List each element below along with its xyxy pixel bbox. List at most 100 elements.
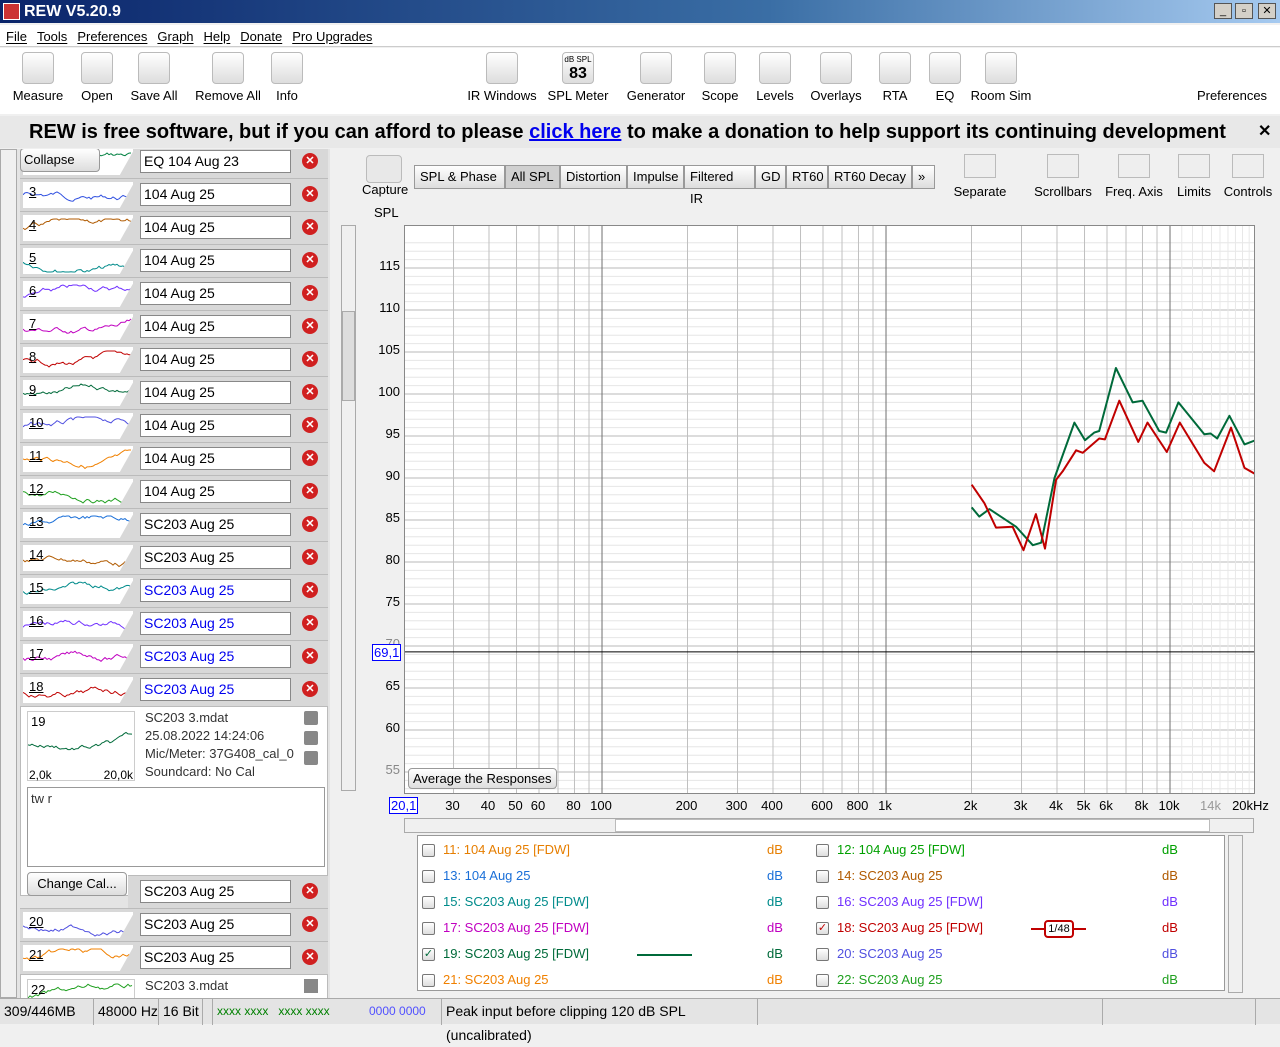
remove-measurement-icon[interactable]: ✕ — [302, 219, 318, 235]
thumbnail[interactable]: 18 — [23, 677, 133, 703]
thumbnail[interactable]: 3 — [23, 182, 133, 208]
camera-icon[interactable] — [366, 155, 402, 183]
collapse-button[interactable]: Collapse — [20, 149, 100, 172]
thumbnail[interactable]: 9 — [23, 380, 133, 406]
tab-filtered-ir[interactable]: Filtered IR — [684, 165, 755, 206]
measurement-row[interactable]: 13 SC203 Aug 25 ✕ — [20, 508, 328, 541]
remove-measurement-icon[interactable]: ✕ — [302, 916, 318, 932]
measurement-name-field[interactable]: SC203 Aug 25 — [140, 546, 291, 569]
measurement-name-field[interactable]: SC203 Aug 25 — [140, 946, 291, 969]
document-icon[interactable] — [304, 751, 318, 765]
trace-checkbox[interactable] — [816, 870, 829, 883]
measurement-name-field[interactable]: SC203 Aug 25 — [140, 880, 291, 903]
measurement-name-field[interactable]: 104 Aug 25 — [140, 381, 291, 404]
minimize-button[interactable]: _ — [1214, 3, 1232, 19]
trace-checkbox[interactable] — [422, 844, 435, 857]
close-button[interactable]: ✕ — [1258, 3, 1276, 19]
trace-checkbox[interactable] — [816, 844, 829, 857]
thumbnail[interactable]: 14 — [23, 545, 133, 571]
measurement-row[interactable]: 16 SC203 Aug 25 ✕ — [20, 607, 328, 640]
controls-button[interactable]: Controls — [1208, 154, 1280, 199]
legend-scrollbar[interactable] — [1228, 835, 1243, 993]
remove-measurement-icon[interactable]: ✕ — [302, 949, 318, 965]
remove-measurement-icon[interactable]: ✕ — [302, 681, 318, 697]
measurement-name-field[interactable]: SC203 Aug 25 — [140, 678, 291, 701]
menu-pro-upgrades[interactable]: Pro Upgrades — [286, 25, 376, 44]
measurement-name-field[interactable]: SC203 Aug 25 — [140, 612, 291, 635]
menu-tools[interactable]: Tools — [31, 25, 71, 44]
room-sim-button[interactable]: Room Sim — [961, 52, 1041, 103]
measurement-row[interactable]: 10 104 Aug 25 ✕ — [20, 409, 328, 442]
measurement-name-field[interactable]: 104 Aug 25 — [140, 249, 291, 272]
thumbnail[interactable]: 12 — [23, 479, 133, 505]
remove-measurement-icon[interactable]: ✕ — [302, 351, 318, 367]
spl-chart[interactable] — [404, 225, 1255, 794]
expanded-thumbnail[interactable]: 19 2,0k 20,0k — [27, 711, 135, 782]
remove-measurement-icon[interactable]: ✕ — [302, 483, 318, 499]
measurement-row[interactable]: 9 104 Aug 25 ✕ — [20, 376, 328, 409]
preferences-button[interactable]: Preferences — [1192, 52, 1272, 103]
measurement-name-field[interactable]: 104 Aug 25 — [140, 480, 291, 503]
thumbnail[interactable]: 15 — [23, 578, 133, 604]
thumbnail[interactable]: 17 — [23, 644, 133, 670]
tab-all-spl[interactable]: All SPL — [505, 165, 560, 189]
capture-button[interactable]: Capture — [362, 182, 408, 197]
thumbnail[interactable]: 20 — [23, 912, 133, 938]
thumbnail[interactable]: 6 — [23, 281, 133, 307]
tab-rt60[interactable]: RT60 — [786, 165, 828, 189]
tab-spl-phase[interactable]: SPL & Phase — [414, 165, 505, 189]
remove-measurement-icon[interactable]: ✕ — [302, 318, 318, 334]
thumbnail[interactable]: 11 — [23, 446, 133, 472]
info-button[interactable]: Info — [252, 52, 322, 103]
trace-checkbox[interactable]: ✓ — [816, 922, 829, 935]
trace-checkbox[interactable] — [422, 922, 435, 935]
thumbnail[interactable]: 16 — [23, 611, 133, 637]
menu-graph[interactable]: Graph — [151, 25, 197, 44]
remove-measurement-icon[interactable]: ✕ — [302, 549, 318, 565]
trace-checkbox[interactable] — [422, 896, 435, 909]
pen-icon[interactable] — [304, 731, 318, 745]
save-icon[interactable] — [304, 711, 318, 725]
measurement-row[interactable]: 11 104 Aug 25 ✕ — [20, 442, 328, 475]
average-responses-button[interactable]: Average the Responses — [408, 768, 557, 789]
measurement-row[interactable]: 20 SC203 Aug 25 ✕ — [20, 908, 328, 941]
measurement-row[interactable]: 15 SC203 Aug 25 ✕ — [20, 574, 328, 607]
scrollbars-button[interactable]: Scrollbars — [1023, 154, 1103, 199]
donate-link[interactable]: click here — [529, 121, 621, 143]
trace-checkbox[interactable] — [816, 948, 829, 961]
remove-measurement-icon[interactable]: ✕ — [302, 883, 318, 899]
change-cal-button[interactable]: Change Cal... — [27, 872, 127, 896]
measurement-name-field[interactable]: 104 Aug 25 — [140, 183, 291, 206]
graph-horizontal-scrollbar[interactable] — [404, 818, 1254, 833]
save-icon[interactable] — [304, 979, 318, 993]
remove-measurement-icon[interactable]: ✕ — [302, 153, 318, 169]
measurement-row[interactable]: 5 104 Aug 25 ✕ — [20, 244, 328, 277]
measurement-row[interactable]: 21 SC203 Aug 25 ✕ — [20, 941, 328, 974]
measurement-name-field[interactable]: 104 Aug 25 — [140, 414, 291, 437]
tab-distortion[interactable]: Distortion — [560, 165, 627, 189]
trace-checkbox[interactable] — [816, 896, 829, 909]
measurement-row[interactable]: SC203 Aug 25 ✕ — [128, 875, 328, 908]
thumbnail[interactable]: 5 — [23, 248, 133, 274]
expanded-thumbnail[interactable]: 22 — [27, 979, 135, 998]
thumbnail[interactable]: 13 — [23, 512, 133, 538]
measurement-row[interactable]: 18 SC203 Aug 25 ✕ — [20, 673, 328, 706]
thumbnail[interactable]: 10 — [23, 413, 133, 439]
remove-measurement-icon[interactable]: ✕ — [302, 285, 318, 301]
ir-windows-button[interactable]: IR Windows — [462, 52, 542, 103]
notes-textarea[interactable]: tw r — [27, 787, 325, 867]
thumbnail[interactable]: 8 — [23, 347, 133, 373]
measurement-name-field[interactable]: EQ 104 Aug 23 — [140, 150, 291, 173]
smoothing-badge[interactable]: 1/48 — [1031, 920, 1086, 938]
measurement-name-field[interactable]: 104 Aug 25 — [140, 348, 291, 371]
thumbnail[interactable]: 21 — [23, 945, 133, 971]
measurement-name-field[interactable]: 104 Aug 25 — [140, 216, 291, 239]
maximize-button[interactable]: ▫ — [1235, 3, 1253, 19]
measurement-name-field[interactable]: SC203 Aug 25 — [140, 513, 291, 536]
measurement-name-field[interactable]: 104 Aug 25 — [140, 447, 291, 470]
remove-measurement-icon[interactable]: ✕ — [302, 384, 318, 400]
thumbnail[interactable]: 4 — [23, 215, 133, 241]
remove-measurement-icon[interactable]: ✕ — [302, 648, 318, 664]
remove-measurement-icon[interactable]: ✕ — [302, 450, 318, 466]
trace-checkbox[interactable] — [422, 974, 435, 987]
